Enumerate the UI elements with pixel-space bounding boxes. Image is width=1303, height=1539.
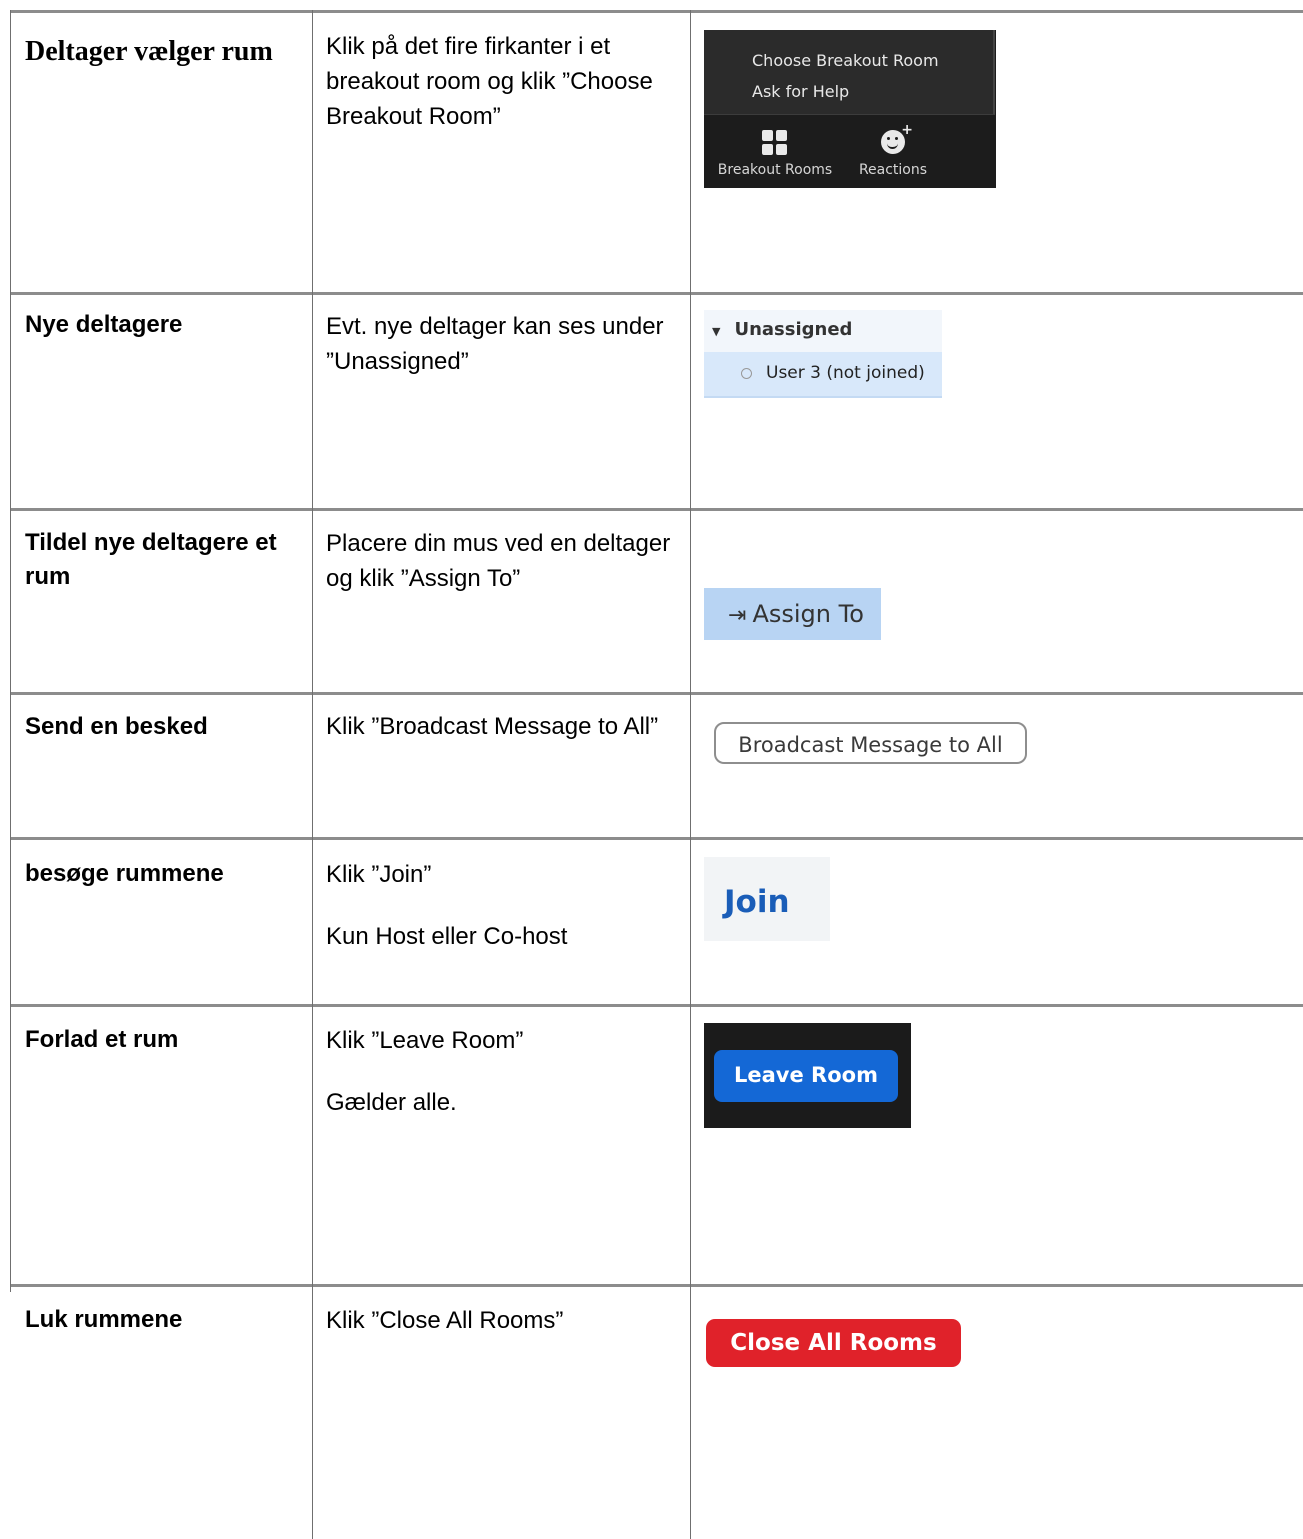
- table-border-top: [10, 10, 1303, 13]
- row-description: Placere din mus ved en deltager og klik …: [326, 526, 676, 596]
- row-title-text: besøge rummene: [25, 860, 224, 887]
- row-description: Klik på det fire firkanter i et breakout…: [326, 29, 676, 134]
- assign-to-label: Assign To: [752, 600, 864, 628]
- description-text: Klik ”Join”: [326, 861, 432, 888]
- description-text: Klik ”Leave Room”: [326, 1027, 524, 1054]
- breakout-popup-menu: Choose Breakout Room Ask for Help: [704, 30, 995, 115]
- unassigned-screenshot: ▼ Unassigned User 3 (not joined): [704, 310, 942, 398]
- broadcast-message-button[interactable]: Broadcast Message to All: [714, 722, 1027, 764]
- row-description: Klik ”Join” Kun Host eller Co-host: [326, 857, 676, 954]
- column-divider: [312, 10, 313, 1539]
- row-description: Klik ”Close All Rooms”: [326, 1303, 676, 1338]
- description-text: Klik ”Broadcast Message to All”: [326, 713, 659, 740]
- broadcast-screenshot: Broadcast Message to All: [714, 722, 1027, 764]
- row-title: besøge rummene: [25, 857, 295, 891]
- row-divider: [10, 1284, 1303, 1287]
- collapse-caret-icon: ▼: [712, 325, 721, 338]
- row-divider: [10, 1004, 1303, 1007]
- row-divider: [10, 837, 1303, 840]
- row-title: Send en besked: [25, 710, 295, 744]
- radio-icon: [741, 367, 752, 379]
- grid-icon: [762, 130, 788, 156]
- row-title: Deltager vælger rum: [25, 31, 295, 73]
- row-title-text: Forlad et rum: [25, 1026, 179, 1053]
- breakout-menu-screenshot: Choose Breakout Room Ask for Help Breako…: [704, 30, 996, 188]
- table-border-left: [10, 292, 11, 1292]
- description-text: Kun Host eller Co-host: [326, 923, 568, 950]
- breakout-rooms-button[interactable]: Breakout Rooms: [709, 130, 841, 178]
- participant-row[interactable]: User 3 (not joined): [704, 352, 942, 398]
- reactions-icon: +: [881, 122, 913, 154]
- row-title-text: Luk rummene: [25, 1306, 183, 1333]
- leave-room-button[interactable]: Leave Room: [714, 1050, 898, 1102]
- table-border-left: [10, 10, 11, 295]
- join-screenshot: Join: [704, 857, 830, 941]
- reactions-label: Reactions: [858, 162, 928, 178]
- unassigned-label: Unassigned: [734, 319, 853, 340]
- description-text: Gælder alle.: [326, 1089, 457, 1116]
- leave-room-screenshot: Leave Room: [704, 1023, 911, 1128]
- row-title: Luk rummene: [25, 1303, 295, 1337]
- participant-name: User 3 (not joined): [766, 363, 925, 383]
- row-divider: [10, 508, 1303, 511]
- row-divider: [10, 692, 1303, 695]
- row-description: Evt. nye deltager kan ses under ”Unassig…: [326, 309, 676, 379]
- row-title-text: Deltager vælger rum: [25, 36, 273, 67]
- menu-item-choose-breakout-room[interactable]: Choose Breakout Room: [752, 51, 939, 70]
- assign-to-button[interactable]: ⇥ Assign To: [704, 588, 881, 640]
- join-button[interactable]: Join: [704, 857, 830, 941]
- close-all-rooms-button[interactable]: Close All Rooms: [706, 1319, 961, 1367]
- row-title: Nye deltagere: [25, 308, 295, 342]
- breakout-rooms-label: Breakout Rooms: [717, 162, 833, 178]
- column-divider: [690, 10, 691, 1539]
- description-text: Klik på det fire firkanter i et breakout…: [326, 33, 653, 130]
- description-text: Placere din mus ved en deltager og klik …: [326, 530, 671, 592]
- row-title: Tildel nye deltagere et rum: [25, 526, 295, 594]
- row-title-text: Tildel nye deltagere et rum: [25, 529, 277, 590]
- row-title-text: Send en besked: [25, 713, 208, 740]
- menu-item-ask-for-help[interactable]: Ask for Help: [752, 82, 849, 101]
- assign-arrow-icon: ⇥: [728, 603, 747, 628]
- description-text: Evt. nye deltager kan ses under ”Unassig…: [326, 313, 664, 375]
- row-title: Forlad et rum: [25, 1023, 295, 1057]
- description-text: Klik ”Close All Rooms”: [326, 1307, 564, 1334]
- reactions-button[interactable]: + Reactions: [854, 122, 932, 178]
- row-description: Klik ”Leave Room” Gælder alle.: [326, 1023, 676, 1120]
- row-title-text: Nye deltagere: [25, 311, 183, 338]
- unassigned-header[interactable]: ▼ Unassigned: [704, 310, 942, 352]
- row-divider: [10, 292, 1303, 295]
- assign-to-screenshot: ⇥ Assign To: [704, 588, 881, 640]
- row-description: Klik ”Broadcast Message to All”: [326, 709, 676, 744]
- close-all-screenshot: Close All Rooms: [706, 1319, 961, 1367]
